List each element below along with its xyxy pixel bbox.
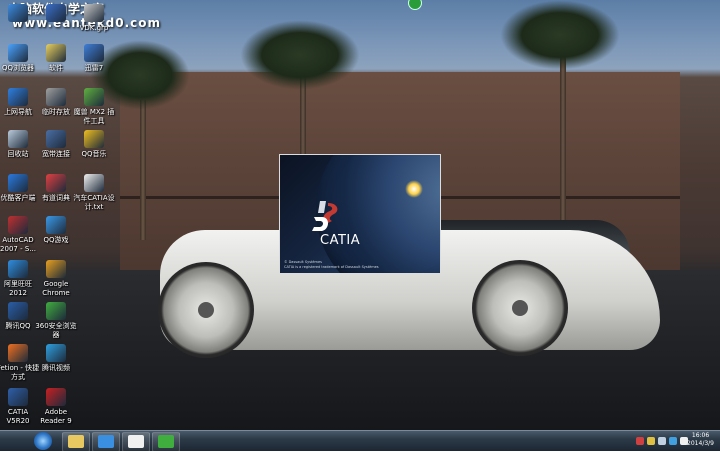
desktop-icon-label: 有道词典 xyxy=(42,194,70,202)
qq-music-icon xyxy=(84,130,104,148)
taskbar-explorer-button[interactable] xyxy=(62,432,90,452)
tray-action-center-icon[interactable] xyxy=(636,437,644,445)
tray-network-icon[interactable] xyxy=(647,437,655,445)
desktop-icon[interactable]: 魔兽 MX2 插件工具 xyxy=(72,88,116,126)
wheel-hub xyxy=(198,302,214,318)
broadband-icon xyxy=(46,130,66,148)
xunlei-icon xyxy=(84,44,104,62)
computer-icon xyxy=(46,4,66,22)
tray-volume-icon[interactable] xyxy=(658,437,666,445)
catia-brand-text: CATIA xyxy=(320,233,361,248)
taskbar-360-button[interactable] xyxy=(152,432,180,452)
desktop: 电脑软件自学之家 www.eantekd0.com VDK.grpQQ浏览器软件… xyxy=(0,0,720,430)
desktop-icon[interactable]: 汽车CATIA设计.txt xyxy=(72,174,116,212)
desktop-icon-label: 优酷客户端 xyxy=(0,194,36,202)
taskbar: 16:06 2014/3/9 xyxy=(0,430,720,452)
desktop-icon[interactable]: VDK.grp xyxy=(72,4,116,33)
adobe-reader-icon xyxy=(46,388,66,406)
desktop-icon-label: 软件 xyxy=(49,64,63,72)
desktop-icon-label: 宽带连接 xyxy=(42,150,70,158)
chrome-icon xyxy=(46,260,66,278)
folder-icon xyxy=(46,88,66,106)
desktop-icon[interactable]: QQ音乐 xyxy=(72,130,116,159)
desktop-icon-label: QQ音乐 xyxy=(81,150,107,158)
desktop-icon-label: 迅雷7 xyxy=(84,64,104,72)
desktop-icon-label: 魔兽 MX2 插件工具 xyxy=(73,108,115,125)
catia-icon xyxy=(8,388,28,406)
wheel-hub xyxy=(512,300,528,316)
desktop-icon[interactable]: 迅雷7 xyxy=(72,44,116,73)
desktop-icon[interactable]: Adobe Reader 9 xyxy=(34,388,78,426)
desktop-icon-label: 上网导航 xyxy=(4,108,32,116)
system-tray xyxy=(636,433,688,449)
notification-dot xyxy=(408,0,422,10)
desktop-icon[interactable]: Google Chrome xyxy=(34,260,78,298)
taskbar-clock[interactable]: 16:06 2014/3/9 xyxy=(687,432,714,448)
catia-splash-screen: CATIA © Dassault Systèmes CATIA is a reg… xyxy=(280,155,440,273)
ds-logo-icon xyxy=(312,201,338,231)
desktop-icon-label: 腾讯视频 xyxy=(42,364,70,372)
recycle-bin-icon xyxy=(8,130,28,148)
network-icon xyxy=(8,4,28,22)
taskbar-browser-button[interactable] xyxy=(92,432,120,452)
desktop-icon-label: QQ游戏 xyxy=(43,236,69,244)
wangwang-icon xyxy=(8,260,28,278)
desktop-icon-label: Google Chrome xyxy=(42,280,70,297)
car-wheel-rear xyxy=(472,260,568,356)
qq-icon xyxy=(8,302,28,320)
sun-flare-graphic xyxy=(405,180,423,198)
palm-crown xyxy=(500,0,620,70)
autocad-icon xyxy=(8,216,28,234)
palm-crown xyxy=(240,20,360,90)
start-button[interactable] xyxy=(34,432,52,450)
splash-copyright: © Dassault Systèmes CATIA is a registere… xyxy=(284,260,379,270)
desktop-icon[interactable]: QQ游戏 xyxy=(34,216,78,245)
car-wheel-front xyxy=(158,262,254,358)
youku-icon xyxy=(8,174,28,192)
taskbar-window-icon xyxy=(128,435,144,448)
taskbar-360-icon xyxy=(158,435,174,448)
360-browser-icon xyxy=(46,302,66,320)
desktop-icon-label: VDK.grp xyxy=(79,24,109,32)
desktop-icon[interactable]: 腾讯视频 xyxy=(34,344,78,373)
desktop-icon-label: Adobe Reader 9 xyxy=(40,408,72,425)
qq-browser-icon xyxy=(8,44,28,62)
splash-copyright-line-2: CATIA is a registered trademark of Dassa… xyxy=(284,265,379,269)
taskbar-browser-icon xyxy=(98,435,114,448)
desktop-icon-label: 回收站 xyxy=(7,150,29,158)
text-file-icon xyxy=(84,174,104,192)
folder-icon xyxy=(46,44,66,62)
tray-app-icon[interactable] xyxy=(669,437,677,445)
desktop-icon-label: 临时存放 xyxy=(42,108,70,116)
desktop-icon-label: 腾讯QQ xyxy=(5,322,31,330)
desktop-icon[interactable]: 360安全浏览器 xyxy=(34,302,78,340)
tencent-video-icon xyxy=(46,344,66,362)
fetion-icon xyxy=(8,344,28,362)
desktop-icon-label: QQ浏览器 xyxy=(1,64,35,72)
mx2-icon xyxy=(84,88,104,106)
desktop-icon-label: 汽车CATIA设计.txt xyxy=(73,194,115,211)
youdao-icon xyxy=(46,174,66,192)
qq-game-icon xyxy=(46,216,66,234)
desktop-icon-label: 360安全浏览器 xyxy=(35,322,77,339)
taskbar-window-button[interactable] xyxy=(122,432,150,452)
taskbar-explorer-icon xyxy=(68,435,84,448)
palm-trunk xyxy=(140,100,146,240)
file-icon xyxy=(84,4,104,22)
clock-time: 16:06 xyxy=(691,432,710,439)
clock-date: 2014/3/9 xyxy=(687,440,714,447)
ie-icon xyxy=(8,88,28,106)
